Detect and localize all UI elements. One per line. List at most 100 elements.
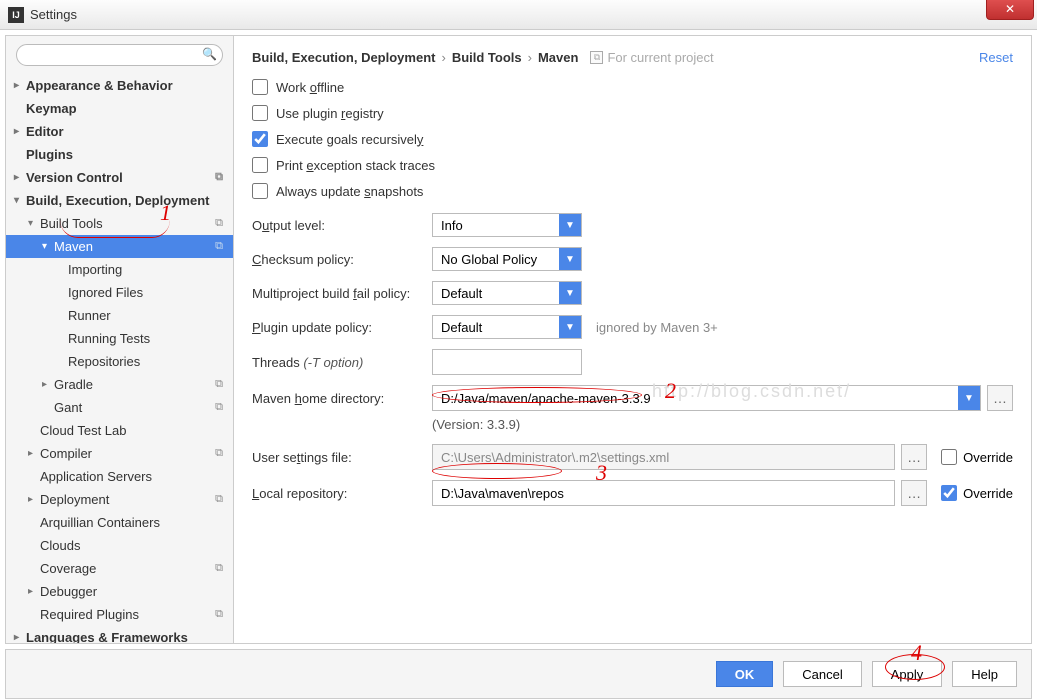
dialog-body: 🔍 ▸Appearance & Behavior Keymap ▸Editor … — [5, 35, 1032, 644]
chevron-right-icon: › — [528, 50, 532, 65]
copy-icon: ⧉ — [215, 398, 223, 417]
tree-arquillian[interactable]: Arquillian Containers — [6, 511, 233, 534]
chevron-down-icon: ▼ — [559, 282, 581, 304]
breadcrumb-part[interactable]: Build, Execution, Deployment — [252, 50, 435, 65]
tree-lang-frameworks[interactable]: ▸Languages & Frameworks — [6, 626, 233, 643]
tree-importing[interactable]: Importing — [6, 258, 233, 281]
execute-goals-label: Execute goals recursively — [276, 132, 423, 147]
local-repo-override-checkbox[interactable] — [941, 485, 957, 501]
button-bar: OK Cancel Apply Help — [5, 649, 1032, 699]
window-close-button[interactable]: ✕ — [986, 0, 1034, 20]
tree-keymap[interactable]: Keymap — [6, 97, 233, 120]
checksum-label: Checksum policy: — [252, 252, 432, 267]
output-level-label: Output level: — [252, 218, 432, 233]
version-note: (Version: 3.3.9) — [432, 417, 1013, 432]
tree-deployment[interactable]: ▸Deployment⧉ — [6, 488, 233, 511]
search-icon: 🔍 — [202, 47, 217, 61]
search-input[interactable] — [16, 44, 223, 66]
always-update-checkbox[interactable] — [252, 183, 268, 199]
execute-goals-checkbox[interactable] — [252, 131, 268, 147]
sidebar: 🔍 ▸Appearance & Behavior Keymap ▸Editor … — [6, 36, 234, 643]
breadcrumb: Build, Execution, Deployment › Build Too… — [252, 50, 1013, 65]
user-settings-input: C:\Users\Administrator\.m2\settings.xml — [432, 444, 895, 470]
tree-plugins[interactable]: Plugins — [6, 143, 233, 166]
tree-build-tools[interactable]: ▾Build Tools⧉ — [6, 212, 233, 235]
plugin-update-note: ignored by Maven 3+ — [596, 320, 718, 335]
multiproject-select[interactable]: Default▼ — [432, 281, 582, 305]
tree-debugger[interactable]: ▸Debugger — [6, 580, 233, 603]
print-exception-checkbox[interactable] — [252, 157, 268, 173]
copy-icon: ⧉ — [215, 375, 223, 394]
checkbox-group: Work offline Use plugin registry Execute… — [252, 79, 1013, 199]
tree-compiler[interactable]: ▸Compiler⧉ — [6, 442, 233, 465]
search-wrap: 🔍 — [6, 36, 233, 74]
maven-home-input[interactable]: D:/Java/maven/apache-maven-3.3.9▼ — [432, 385, 981, 411]
user-settings-label: User settings file: — [252, 450, 432, 465]
cancel-button[interactable]: Cancel — [783, 661, 861, 687]
tree-cloud-test-lab[interactable]: Cloud Test Lab — [6, 419, 233, 442]
app-icon: IJ — [8, 7, 24, 23]
tree-required-plugins[interactable]: Required Plugins⧉ — [6, 603, 233, 626]
tree-version-control[interactable]: ▸Version Control⧉ — [6, 166, 233, 189]
tree-clouds[interactable]: Clouds — [6, 534, 233, 557]
apply-button[interactable]: Apply — [872, 661, 943, 687]
chevron-down-icon: ▼ — [559, 316, 581, 338]
reset-link[interactable]: Reset — [979, 50, 1013, 65]
title-bar: IJ Settings ✕ — [0, 0, 1037, 30]
main-panel: Build, Execution, Deployment › Build Too… — [234, 36, 1031, 643]
threads-input[interactable] — [432, 349, 582, 375]
override-label: Override — [963, 450, 1013, 465]
use-plugin-registry-checkbox[interactable] — [252, 105, 268, 121]
copy-icon: ⧉ — [215, 559, 223, 578]
always-update-label: Always update snapshots — [276, 184, 423, 199]
multiproject-label: Multiproject build fail policy: — [252, 286, 432, 301]
tree-gradle[interactable]: ▸Gradle⧉ — [6, 373, 233, 396]
tree-coverage[interactable]: Coverage⧉ — [6, 557, 233, 580]
copy-icon: ⧉ — [215, 490, 223, 509]
work-offline-label: Work offline — [276, 80, 344, 95]
copy-icon: ⧉ — [215, 444, 223, 463]
plugin-update-select[interactable]: Default▼ — [432, 315, 582, 339]
tree-appearance[interactable]: ▸Appearance & Behavior — [6, 74, 233, 97]
copy-icon: ⧉ — [215, 168, 223, 187]
tree-bed[interactable]: ▾Build, Execution, Deployment — [6, 189, 233, 212]
copy-icon: ⧉ — [215, 605, 223, 624]
override-label: Override — [963, 486, 1013, 501]
chevron-right-icon: › — [441, 50, 445, 65]
copy-icon: ⧉ — [215, 214, 223, 233]
output-level-select[interactable]: Info▼ — [432, 213, 582, 237]
local-repo-input[interactable]: D:\Java\maven\repos — [432, 480, 895, 506]
browse-button[interactable]: … — [987, 385, 1013, 411]
tree-repositories[interactable]: Repositories — [6, 350, 233, 373]
tree-maven[interactable]: ▾Maven⧉ — [6, 235, 233, 258]
plugin-update-label: Plugin update policy: — [252, 320, 432, 335]
chevron-down-icon: ▼ — [958, 386, 980, 410]
work-offline-checkbox[interactable] — [252, 79, 268, 95]
breadcrumb-part[interactable]: Build Tools — [452, 50, 522, 65]
tree-application-servers[interactable]: Application Servers — [6, 465, 233, 488]
chevron-down-icon: ▼ — [559, 248, 581, 270]
project-scope-hint: ⧉For current project — [590, 50, 713, 65]
settings-tree[interactable]: ▸Appearance & Behavior Keymap ▸Editor Pl… — [6, 74, 233, 643]
tree-gant[interactable]: Gant⧉ — [6, 396, 233, 419]
ok-button[interactable]: OK — [716, 661, 774, 687]
chevron-down-icon: ▼ — [559, 214, 581, 236]
tree-editor[interactable]: ▸Editor — [6, 120, 233, 143]
checksum-select[interactable]: No Global Policy▼ — [432, 247, 582, 271]
user-settings-override-checkbox[interactable] — [941, 449, 957, 465]
threads-label: Threads (-T option) — [252, 355, 432, 370]
maven-home-label: Maven home directory: — [252, 391, 432, 406]
tree-runner[interactable]: Runner — [6, 304, 233, 327]
window-title: Settings — [30, 7, 77, 22]
breadcrumb-part: Maven — [538, 50, 578, 65]
help-button[interactable]: Help — [952, 661, 1017, 687]
copy-icon: ⧉ — [215, 237, 223, 256]
copy-icon: ⧉ — [590, 51, 603, 64]
use-plugin-registry-label: Use plugin registry — [276, 106, 384, 121]
local-repo-label: Local repository: — [252, 486, 432, 501]
tree-ignored-files[interactable]: Ignored Files — [6, 281, 233, 304]
browse-button[interactable]: … — [901, 480, 927, 506]
tree-running-tests[interactable]: Running Tests — [6, 327, 233, 350]
print-exception-label: Print exception stack traces — [276, 158, 435, 173]
browse-button[interactable]: … — [901, 444, 927, 470]
